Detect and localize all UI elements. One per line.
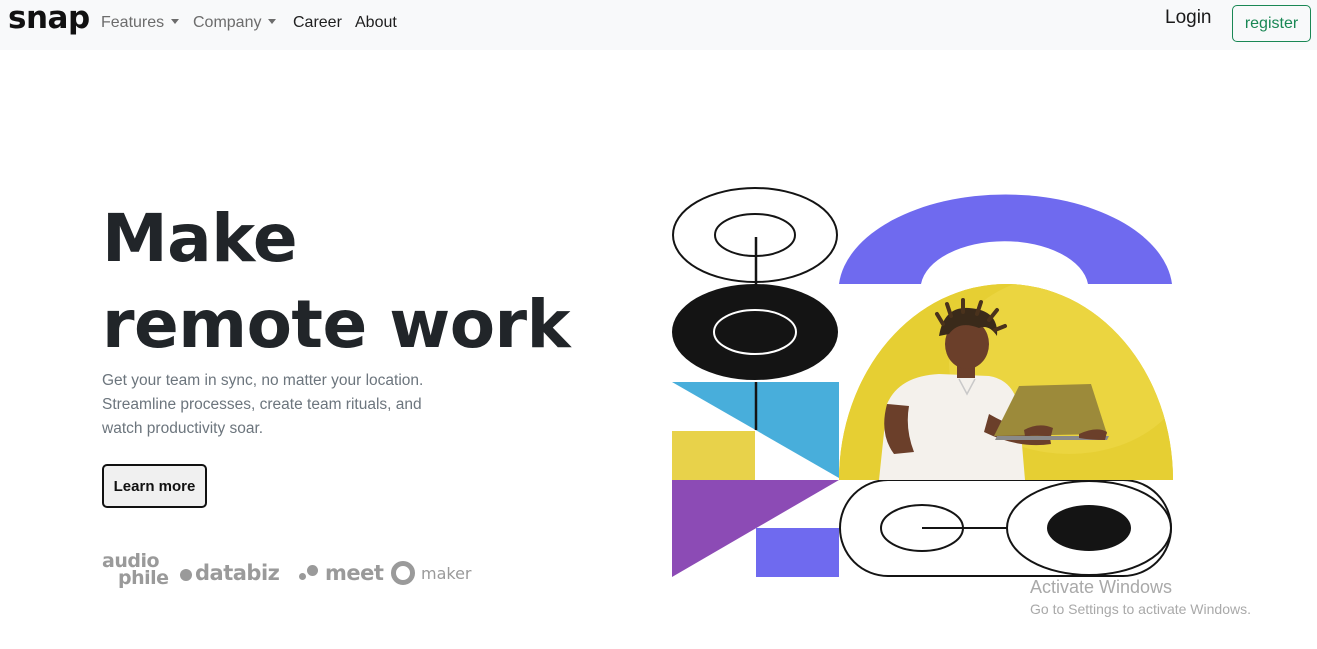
databiz-dot-icon xyxy=(180,569,192,581)
nav-item-label: Company xyxy=(193,14,262,31)
maker-ring-icon xyxy=(391,561,415,585)
audiophile-logo: audio phile xyxy=(102,552,169,589)
navbar: snap Features Company Career About Login… xyxy=(0,0,1317,50)
login-link[interactable]: Login xyxy=(1165,7,1212,29)
caret-down-icon xyxy=(268,19,277,24)
hero-title-line-2: remote work xyxy=(102,286,570,363)
register-button[interactable]: register xyxy=(1232,5,1311,42)
databiz-logo: databiz xyxy=(180,561,280,585)
nav-item-career[interactable]: Career xyxy=(293,14,342,32)
meet-dots-icon xyxy=(297,563,321,583)
meet-logo: meet xyxy=(297,561,384,585)
activate-windows-watermark: Activate Windows Go to Settings to activ… xyxy=(1030,577,1251,617)
caret-down-icon xyxy=(171,19,180,24)
maker-logo: maker xyxy=(391,561,472,585)
watermark-subtitle: Go to Settings to activate Windows. xyxy=(1030,601,1251,617)
brand-logo[interactable]: snap xyxy=(8,0,90,36)
nav-item-about[interactable]: About xyxy=(355,14,397,32)
learn-more-button[interactable]: Learn more xyxy=(102,464,207,508)
hero-title-line-1: Make xyxy=(102,200,298,277)
hero-title: Make remote work xyxy=(102,196,570,368)
databiz-logo-text: databiz xyxy=(195,561,280,585)
nav-item-company[interactable]: Company xyxy=(193,14,277,32)
hero-description: Get your team in sync, no matter your lo… xyxy=(102,372,424,437)
nav-item-features[interactable]: Features xyxy=(101,14,180,32)
maker-logo-text: maker xyxy=(421,564,472,583)
audiophile-logo-line-2: phile xyxy=(118,567,169,589)
meet-logo-text: meet xyxy=(325,561,384,585)
nav-item-label: Features xyxy=(101,14,165,31)
